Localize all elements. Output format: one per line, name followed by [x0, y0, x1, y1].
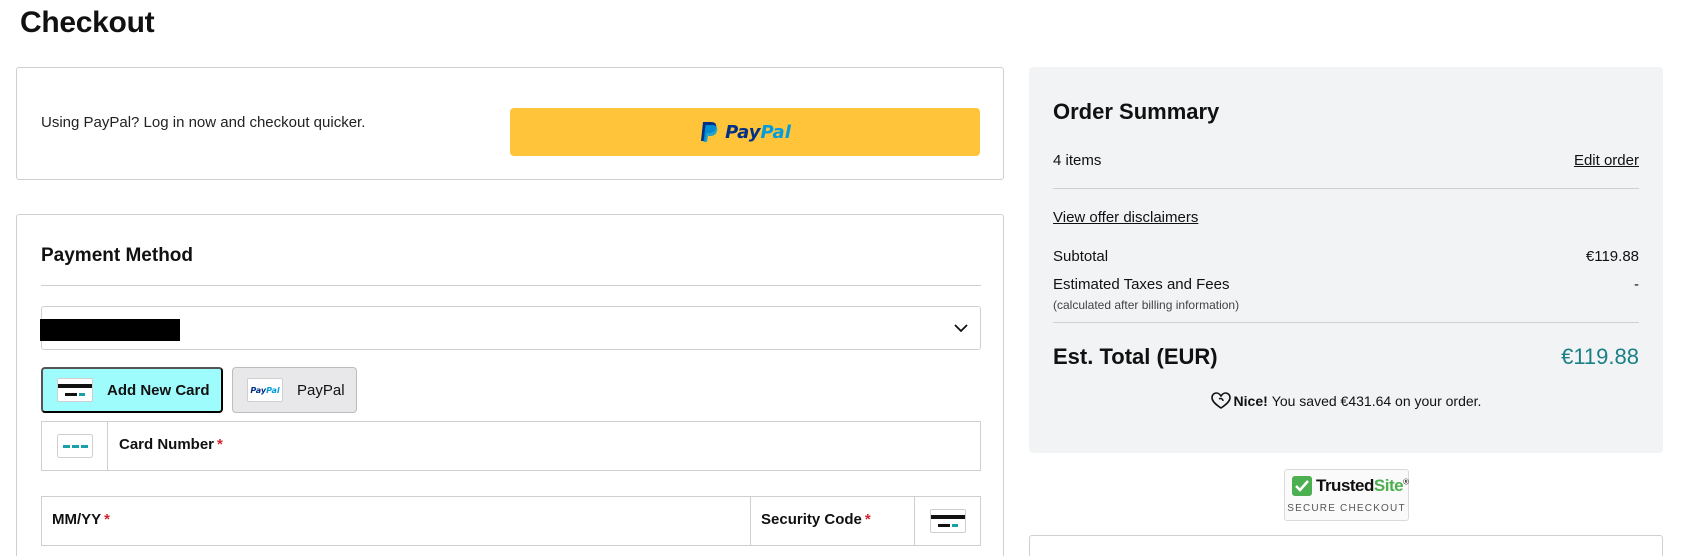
add-new-card-button[interactable]: Add New Card [41, 367, 223, 413]
order-summary-panel: Order Summary 4 items Edit order View of… [1029, 67, 1663, 453]
additional-panel [1029, 535, 1663, 556]
savings-message: Nice! You saved €431.64 on your order. [1029, 392, 1663, 410]
godaddy-heart-icon [1210, 392, 1231, 409]
paypal-logo-icon [701, 122, 718, 142]
add-new-card-label: Add New Card [107, 381, 210, 399]
offer-disclaimers-link[interactable]: View offer disclaimers [1053, 209, 1198, 226]
trusted-site-badge[interactable]: TrustedSite® SECURE CHECKOUT [1284, 469, 1409, 521]
expiry-date-field[interactable]: MM/YY * [41, 496, 751, 546]
page-title: Checkout [20, 6, 155, 39]
paypal-logo-icon: Pay Pal [247, 378, 283, 402]
total-label: Est. Total (EUR) [1053, 344, 1218, 369]
divider [1053, 322, 1639, 323]
trusted-site-brand: TrustedSite® [1316, 476, 1409, 495]
subtotal-value: €119.88 [1585, 248, 1639, 265]
paypal-prompt: Using PayPal? Log in now and checkout qu… [41, 114, 366, 131]
card-number-icon [56, 434, 93, 458]
savings-nice: Nice! [1233, 393, 1268, 409]
security-code-icon-cell [914, 497, 980, 545]
security-code-field[interactable]: Security Code * [750, 496, 981, 546]
taxes-note: (calculated after billing information) [1053, 298, 1240, 312]
paypal-wordmark: PayPal [725, 121, 791, 143]
total-value: €119.88 [1561, 344, 1639, 369]
items-count: 4 items [1053, 152, 1102, 169]
credit-card-icon [57, 378, 93, 402]
order-summary-title: Order Summary [1053, 99, 1220, 124]
divider [41, 285, 981, 286]
card-number-field[interactable]: Card Number * [41, 421, 981, 471]
payment-method-panel: Payment Method Add New Card Pay Pal PayPa… [16, 214, 1004, 556]
paypal-checkout-button[interactable]: PayPal [510, 108, 980, 156]
divider [1053, 188, 1639, 189]
chevron-down-icon [954, 324, 968, 333]
subtotal-label: Subtotal [1053, 248, 1109, 265]
taxes-value: - [1634, 276, 1639, 293]
security-code-label: Security Code * [761, 511, 871, 528]
card-number-label: Card Number * [119, 436, 223, 453]
saved-payment-method-select[interactable] [40, 306, 981, 350]
redacted-value [40, 319, 180, 341]
paypal-method-button[interactable]: Pay Pal PayPal [232, 367, 357, 413]
card-back-icon [929, 509, 966, 533]
payment-method-title: Payment Method [41, 245, 194, 266]
checkmark-icon [1292, 476, 1312, 496]
card-number-icon-cell [42, 422, 108, 470]
savings-text: You saved €431.64 on your order. [1271, 393, 1482, 409]
edit-order-link[interactable]: Edit order [1574, 152, 1639, 169]
taxes-label: Estimated Taxes and Fees [1053, 276, 1230, 293]
expiry-date-label: MM/YY * [52, 511, 111, 528]
paypal-method-label: PayPal [297, 381, 345, 399]
paypal-express-panel: Using PayPal? Log in now and checkout qu… [16, 67, 1004, 180]
secure-checkout-label: SECURE CHECKOUT [1287, 503, 1406, 514]
